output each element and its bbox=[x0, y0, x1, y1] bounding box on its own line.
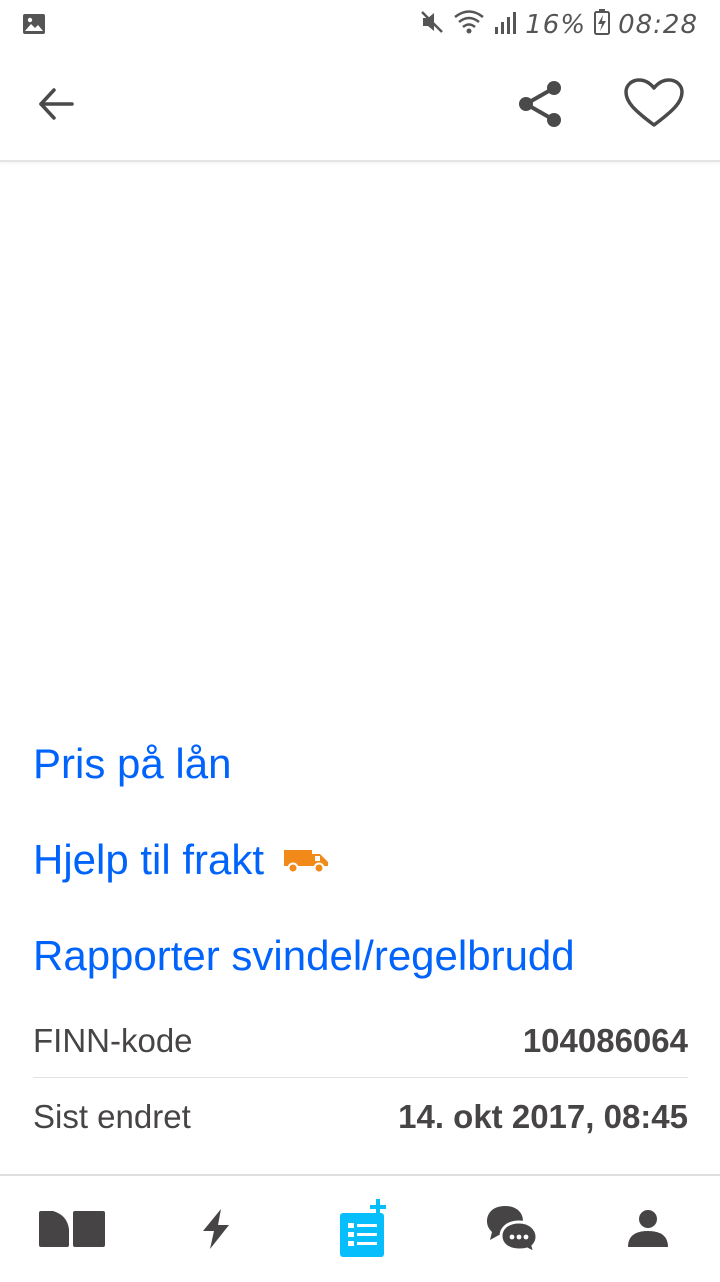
wifi-icon bbox=[453, 9, 485, 42]
finn-code-row: FINN-kode 104086064 bbox=[33, 1021, 688, 1061]
app-bar bbox=[0, 50, 720, 162]
finn-code-value: 104086064 bbox=[522, 1022, 688, 1059]
profile-icon[interactable] bbox=[608, 1194, 688, 1264]
bolt-icon[interactable] bbox=[176, 1194, 256, 1264]
shipping-help-link[interactable]: Hjelp til frakt bbox=[33, 836, 330, 884]
van-icon bbox=[282, 836, 330, 884]
market-icon[interactable] bbox=[32, 1194, 112, 1264]
signal-icon bbox=[493, 9, 517, 42]
clock: 08:28 bbox=[618, 10, 698, 40]
battery-icon bbox=[594, 8, 611, 42]
last-changed-row: Sist endret 14. okt 2017, 08:45 bbox=[33, 1097, 688, 1137]
heart-icon[interactable] bbox=[622, 78, 686, 130]
messages-icon[interactable] bbox=[472, 1194, 552, 1264]
share-icon[interactable] bbox=[514, 78, 566, 130]
back-arrow-icon[interactable] bbox=[36, 84, 76, 124]
status-bar: 16% 08:28 bbox=[0, 0, 720, 50]
finn-code-label: FINN-kode bbox=[33, 1022, 193, 1059]
report-fraud-link[interactable]: Rapporter svindel/regelbrudd bbox=[33, 932, 575, 980]
image-icon bbox=[22, 13, 46, 40]
divider bbox=[33, 1077, 688, 1078]
new-ad-icon[interactable] bbox=[320, 1194, 400, 1264]
last-changed-label: Sist endret bbox=[33, 1098, 191, 1135]
bottom-nav bbox=[0, 1174, 720, 1282]
loan-price-link[interactable]: Pris på lån bbox=[33, 740, 231, 788]
last-changed-value: 14. okt 2017, 08:45 bbox=[398, 1098, 688, 1135]
report-fraud-label: Rapporter svindel/regelbrudd bbox=[33, 932, 575, 979]
shipping-help-label: Hjelp til frakt bbox=[33, 836, 265, 883]
mute-icon bbox=[419, 9, 445, 42]
battery-percent: 16% bbox=[525, 10, 587, 40]
loan-price-label: Pris på lån bbox=[33, 740, 232, 787]
